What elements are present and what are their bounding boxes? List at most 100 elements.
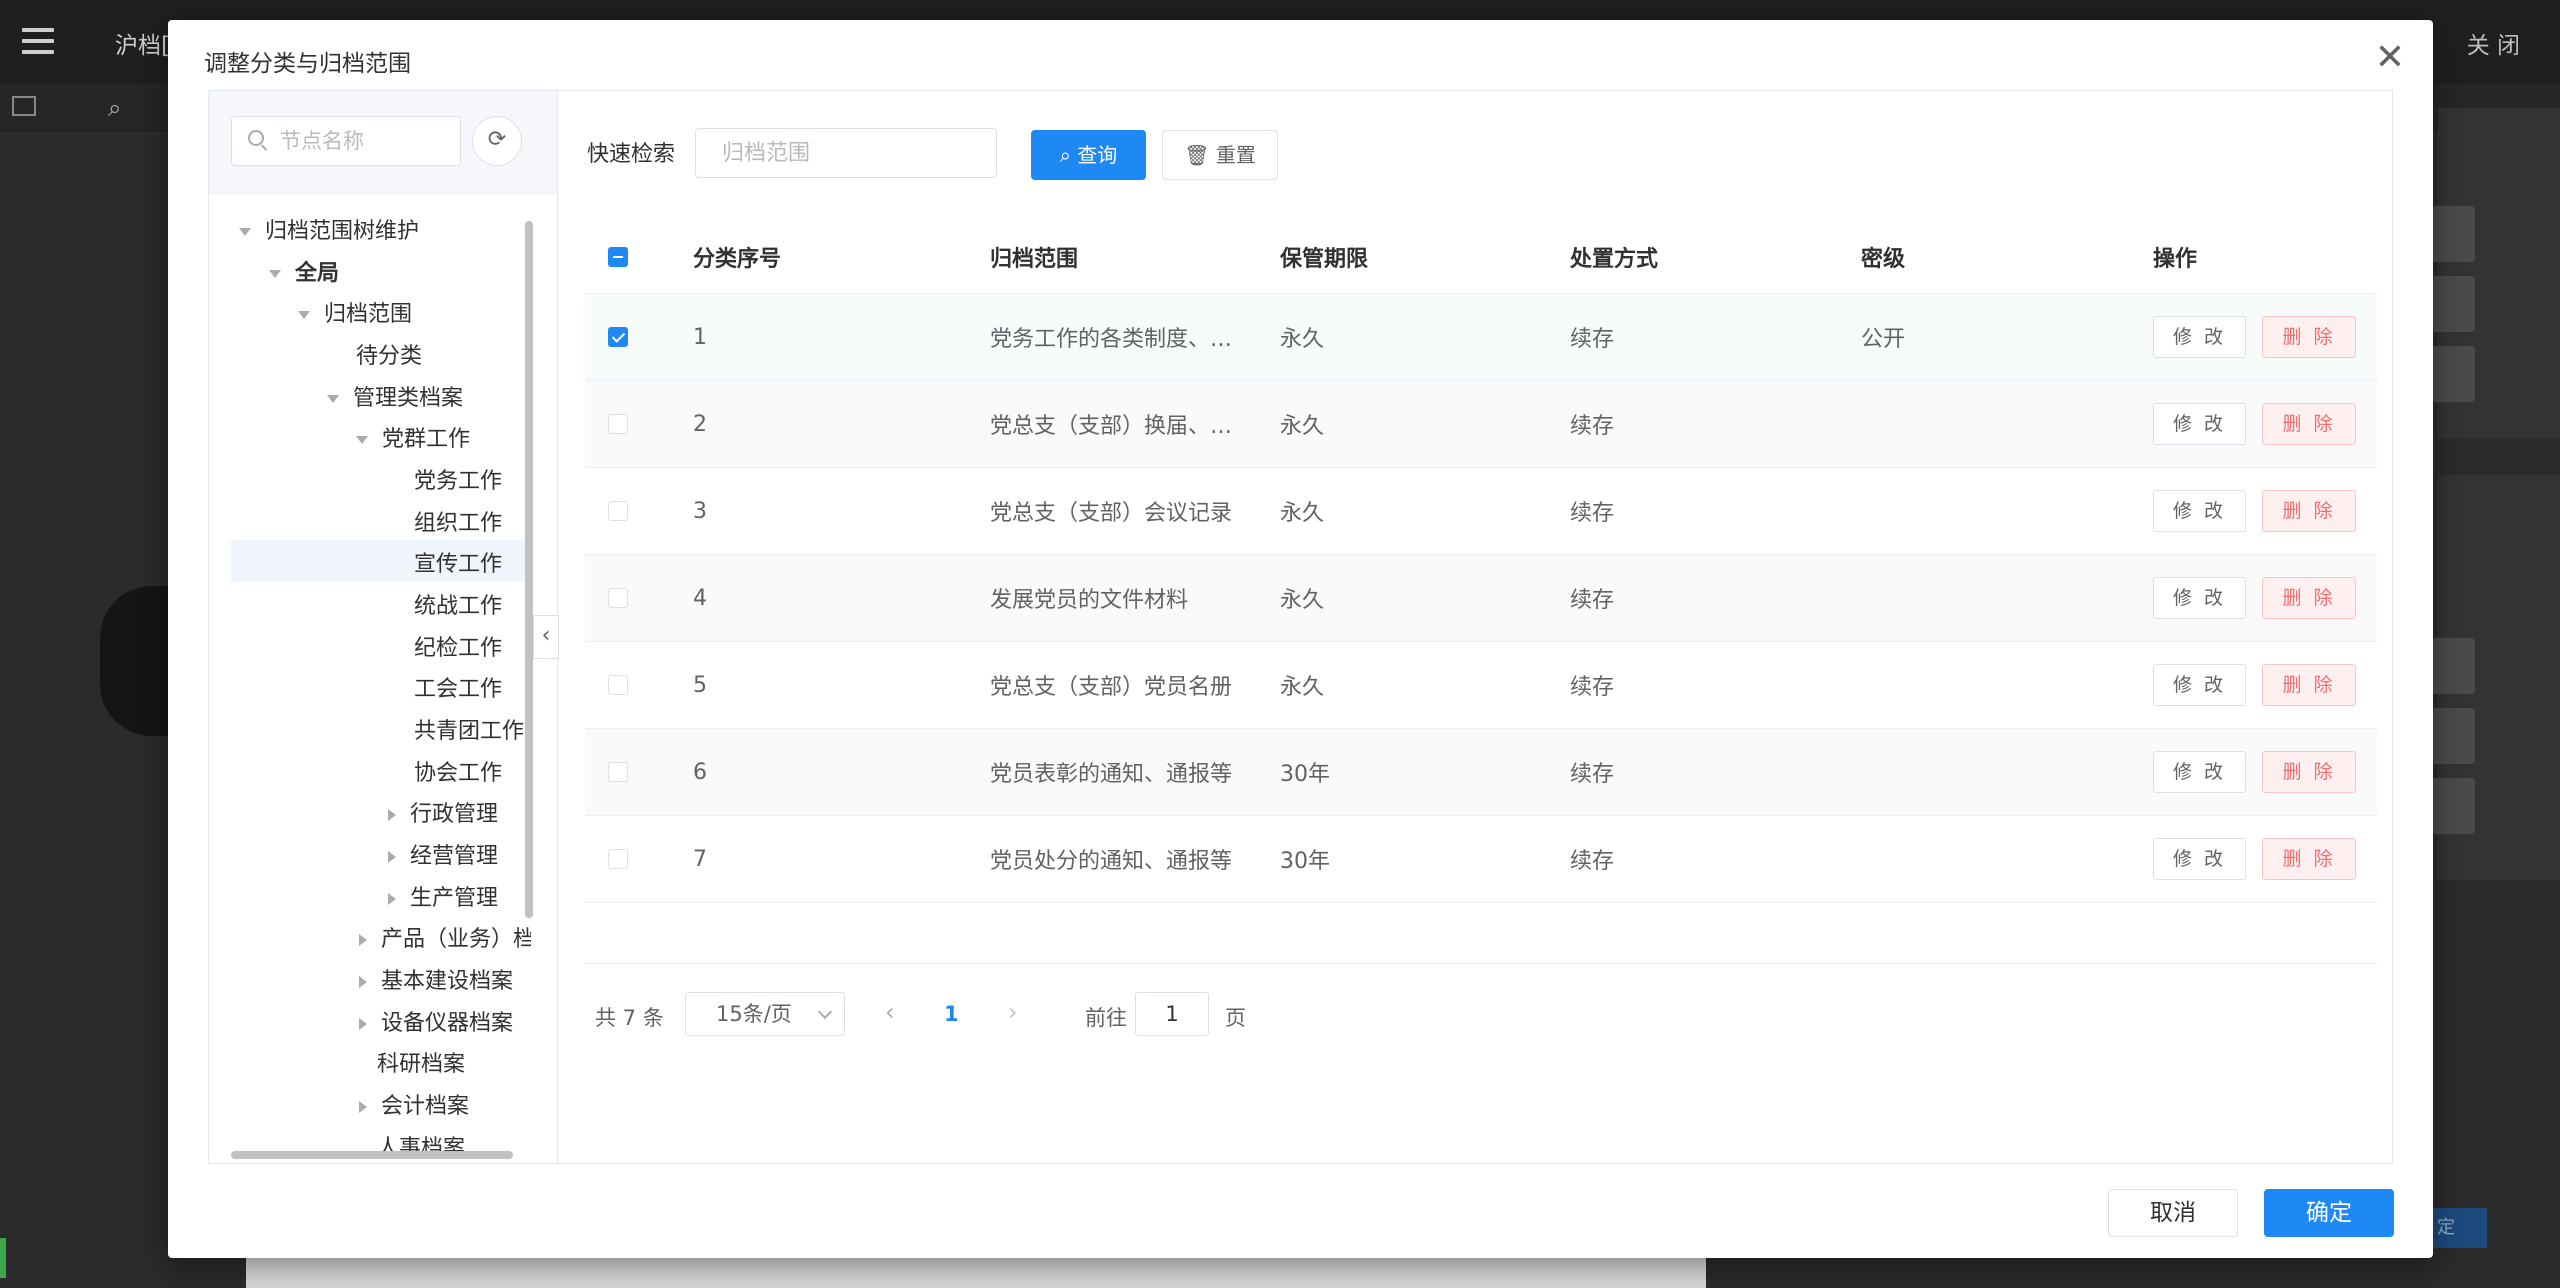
table-row[interactable]: 1 党务工作的各类制度、规定 永久 续存 公开 修 改删 除 (585, 294, 2377, 381)
delete-button[interactable]: 删 除 (2262, 751, 2356, 793)
tree-node[interactable]: 归档范围树维护 (239, 213, 419, 251)
select-all-checkbox[interactable] (608, 221, 628, 293)
delete-button[interactable]: 删 除 (2262, 316, 2356, 358)
goto-label: 前往 (1085, 1006, 1127, 1030)
archive-scope-tree: 归档范围树维护 全局 归档范围 待分类 管理类档案 党群工作 党务工作 组织工作… (231, 213, 531, 1153)
edit-button[interactable]: 修 改 (2153, 490, 2246, 532)
column-header: 保管期限 (1280, 247, 1369, 272)
tree-node[interactable]: 生产管理 (386, 880, 498, 918)
row-checkbox[interactable] (608, 381, 628, 467)
disposal-method: 续存 (1570, 588, 1615, 613)
delete-button[interactable]: 删 除 (2262, 664, 2356, 706)
tree-vertical-scrollbar[interactable] (525, 221, 533, 918)
tree-node[interactable]: 归档范围 (298, 296, 412, 334)
caret-down-icon[interactable] (327, 395, 339, 403)
search-icon: ⌕ (1059, 143, 1078, 167)
background-close: 关 闭 (2466, 33, 2520, 59)
row-checkbox[interactable] (608, 729, 628, 815)
tree-node[interactable]: 产品（业务）档案 (357, 921, 531, 959)
next-page-button[interactable]: › (1008, 998, 1018, 1026)
caret-right-icon[interactable] (388, 893, 396, 905)
tree-node[interactable]: 宣传工作 (414, 546, 502, 584)
delete-button[interactable]: 删 除 (2262, 838, 2356, 880)
row-checkbox[interactable] (608, 642, 628, 728)
table-row[interactable]: 6 党员表彰的通知、通报等 30年 续存 修 改删 除 (585, 729, 2377, 816)
caret-right-icon[interactable] (359, 976, 367, 988)
row-actions: 修 改删 除 (2153, 555, 2356, 641)
tree-node[interactable]: 全局 (269, 255, 339, 293)
tree-node[interactable]: 管理类档案 (327, 380, 463, 418)
prev-page-button[interactable]: ‹ (885, 998, 895, 1026)
dialog-title: 调整分类与归档范围 (204, 51, 411, 77)
tree-node[interactable]: 设备仪器档案 (357, 1005, 513, 1043)
cancel-button[interactable]: 取消 (2108, 1189, 2238, 1237)
column-header: 处置方式 (1570, 247, 1659, 272)
row-checkbox[interactable] (608, 294, 628, 380)
caret-down-icon[interactable] (239, 228, 251, 236)
caret-down-icon[interactable] (298, 311, 310, 319)
table-row[interactable]: 3 党总支（支部）会议记录 永久 续存 修 改删 除 (585, 468, 2377, 555)
tree-node[interactable]: 科研档案 (377, 1046, 465, 1084)
row-checkbox[interactable] (608, 816, 628, 902)
quick-search-input[interactable] (720, 129, 994, 177)
edit-button[interactable]: 修 改 (2153, 316, 2246, 358)
row-checkbox[interactable] (608, 555, 628, 641)
table-row[interactable]: 2 党总支（支部）换届、选举 永久 续存 修 改删 除 (585, 381, 2377, 468)
row-checkbox[interactable] (608, 468, 628, 554)
table-row[interactable]: 5 党总支（支部）党员名册 永久 续存 修 改删 除 (585, 642, 2377, 729)
caret-right-icon[interactable] (359, 934, 367, 946)
archive-scope: 党务工作的各类制度、规定 (990, 327, 1240, 352)
row-actions: 修 改删 除 (2153, 468, 2356, 554)
retention-period: 永久 (1280, 414, 1325, 439)
caret-down-icon[interactable] (356, 436, 368, 444)
goto-page-input[interactable]: 1 (1135, 992, 1209, 1036)
disposal-method: 续存 (1570, 762, 1615, 787)
query-button[interactable]: ⌕ 查询 (1031, 130, 1146, 180)
table-row[interactable]: 4 发展党员的文件材料 永久 续存 修 改删 除 (585, 555, 2377, 642)
security-level: 公开 (1861, 327, 1906, 352)
tree-node[interactable]: 人事档案 (377, 1130, 465, 1153)
tree-node[interactable]: 经营管理 (386, 838, 498, 876)
caret-right-icon[interactable] (388, 851, 396, 863)
disposal-method: 续存 (1570, 849, 1615, 874)
quick-search-field[interactable] (695, 128, 997, 178)
edit-button[interactable]: 修 改 (2153, 751, 2246, 793)
tree-node[interactable]: 会计档案 (357, 1088, 469, 1126)
node-search-input[interactable] (278, 117, 452, 165)
confirm-button[interactable]: 确定 (2264, 1189, 2394, 1237)
close-icon[interactable]: ✕ (2375, 40, 2405, 76)
tree-node[interactable]: 纪检工作 (414, 630, 502, 668)
edit-button[interactable]: 修 改 (2153, 664, 2246, 706)
tree-horizontal-scrollbar[interactable] (231, 1151, 513, 1159)
delete-button[interactable]: 删 除 (2262, 577, 2356, 619)
tree-node-selected[interactable]: 党务工作 (414, 463, 502, 501)
tree-node[interactable]: 协会工作 (414, 755, 502, 793)
tree-node[interactable]: 党群工作 (356, 421, 470, 459)
caret-down-icon[interactable] (269, 270, 281, 278)
tree-node[interactable]: 共青团工作 (414, 713, 524, 751)
tree-node[interactable]: 统战工作 (414, 588, 502, 626)
delete-button[interactable]: 删 除 (2262, 490, 2356, 532)
collapse-panel-button[interactable]: ‹ (533, 615, 559, 659)
table-row[interactable]: 7 党员处分的通知、通报等 30年 续存 修 改删 除 (585, 816, 2377, 903)
refresh-button[interactable]: ⟳ (472, 116, 522, 166)
reset-button[interactable]: 🗑 重置 (1162, 130, 1278, 180)
tree-node[interactable]: 行政管理 (386, 796, 498, 834)
page-size-select[interactable]: 15条/页 (685, 992, 845, 1036)
caret-right-icon[interactable] (359, 1018, 367, 1030)
edit-button[interactable]: 修 改 (2153, 838, 2246, 880)
delete-button[interactable]: 删 除 (2262, 403, 2356, 445)
search-icon (248, 130, 264, 146)
tree-node[interactable]: 组织工作 (414, 505, 502, 543)
caret-right-icon[interactable] (388, 809, 396, 821)
current-page[interactable]: 1 (944, 1002, 959, 1026)
edit-button[interactable]: 修 改 (2153, 577, 2246, 619)
tree-node[interactable]: 待分类 (356, 338, 422, 376)
tree-node[interactable]: 基本建设档案 (357, 963, 513, 1001)
page-suffix: 页 (1225, 1006, 1246, 1030)
tree-node[interactable]: 工会工作 (414, 671, 502, 709)
adjust-category-dialog: 调整分类与归档范围 ✕ ⟳ 归档范围树维护 全局 归档范围 待分类 管理类档案 … (168, 20, 2433, 1258)
caret-right-icon[interactable] (359, 1101, 367, 1113)
edit-button[interactable]: 修 改 (2153, 403, 2246, 445)
node-search-field[interactable] (231, 116, 461, 166)
